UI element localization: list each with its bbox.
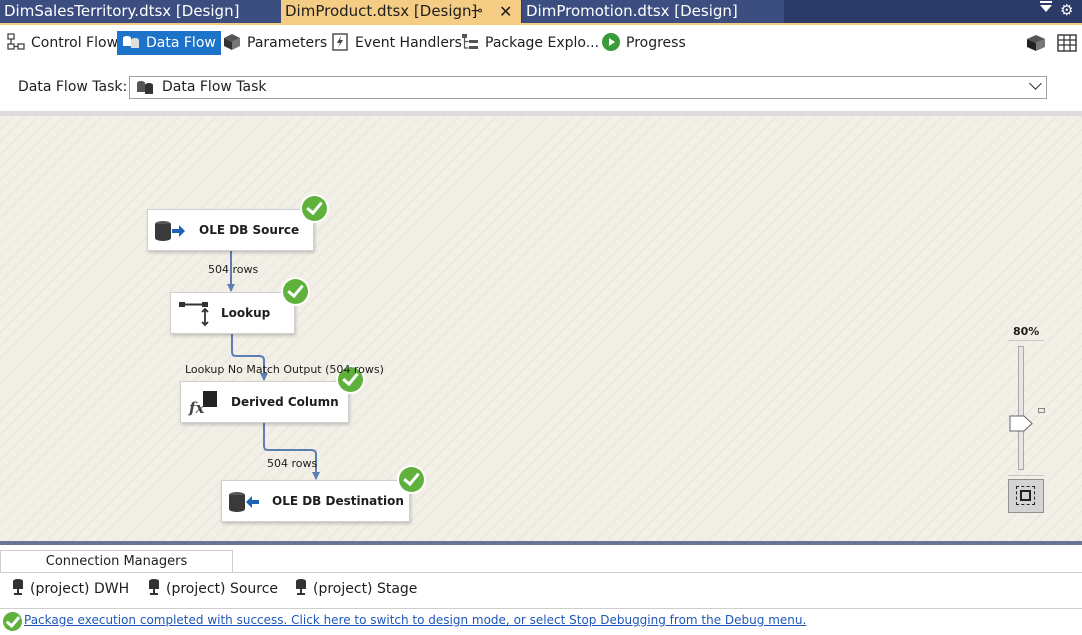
connection-managers-panel: Connection Managers (project) DWH (proje… (0, 545, 1082, 609)
success-check-icon (399, 467, 424, 492)
success-check-icon (302, 196, 327, 221)
zoom-divider (1008, 340, 1044, 341)
execution-status-bar: Package execution completed with success… (0, 609, 1082, 635)
zoom-divider (1008, 475, 1044, 476)
tab-connection-managers[interactable]: Connection Managers (0, 550, 233, 572)
success-check-icon (283, 279, 308, 304)
path-source-to-lookup-arrow (227, 284, 235, 292)
status-message-link[interactable]: Package execution completed with success… (24, 613, 806, 627)
lookup-icon (179, 302, 209, 327)
path-label-source-to-lookup: 504 rows (208, 263, 259, 276)
data-flow-paths (227, 251, 320, 480)
ole-db-destination-component[interactable]: OLE DB Destination (221, 480, 410, 522)
path-label-lookup-to-derived: Lookup No Match Output (504 rows) (185, 363, 384, 376)
node-label: OLE DB Destination (272, 494, 404, 508)
ole-db-source-component[interactable]: OLE DB Source (147, 209, 314, 251)
svg-text:fx: fx (188, 399, 205, 416)
connection-manager-label: (project) DWH (30, 581, 130, 597)
path-derived-to-destination[interactable] (263, 423, 317, 479)
ole-db-source-icon (155, 221, 185, 241)
connection-plug-icon (13, 579, 23, 595)
connection-manager-item[interactable]: (project) DWH (12, 579, 130, 598)
path-label-derived-to-destination: 504 rows (267, 457, 318, 470)
zoom-default-tick (1038, 408, 1045, 413)
zoom-level: 80% (1013, 325, 1040, 338)
zoom-to-fit-button[interactable] (1008, 479, 1044, 513)
connection-manager-label: (project) Source (166, 581, 279, 597)
node-label: Lookup (221, 306, 271, 320)
lookup-component[interactable]: Lookup (170, 292, 295, 334)
path-derived-to-destination-arrow (312, 472, 320, 480)
zoom-slider-thumb[interactable] (1009, 415, 1033, 432)
zoom-slider-track[interactable] (1018, 346, 1024, 470)
success-check-icon (3, 612, 22, 631)
ole-db-destination-icon (229, 492, 259, 512)
connection-manager-item[interactable]: (project) Source (148, 579, 279, 598)
connection-plug-icon (149, 579, 159, 595)
connection-manager-label: (project) Stage (313, 581, 418, 597)
node-label: Derived Column (231, 395, 339, 409)
fit-square-icon (1020, 490, 1031, 501)
connection-plug-icon (296, 579, 306, 595)
connection-managers-tab-label: Connection Managers (45, 554, 188, 569)
node-label: OLE DB Source (199, 223, 300, 237)
connection-manager-item[interactable]: (project) Stage (295, 579, 418, 598)
divider (0, 572, 1082, 573)
derived-column-component[interactable]: fx Derived Column (180, 381, 349, 423)
derived-column-icon: fx (188, 391, 217, 416)
